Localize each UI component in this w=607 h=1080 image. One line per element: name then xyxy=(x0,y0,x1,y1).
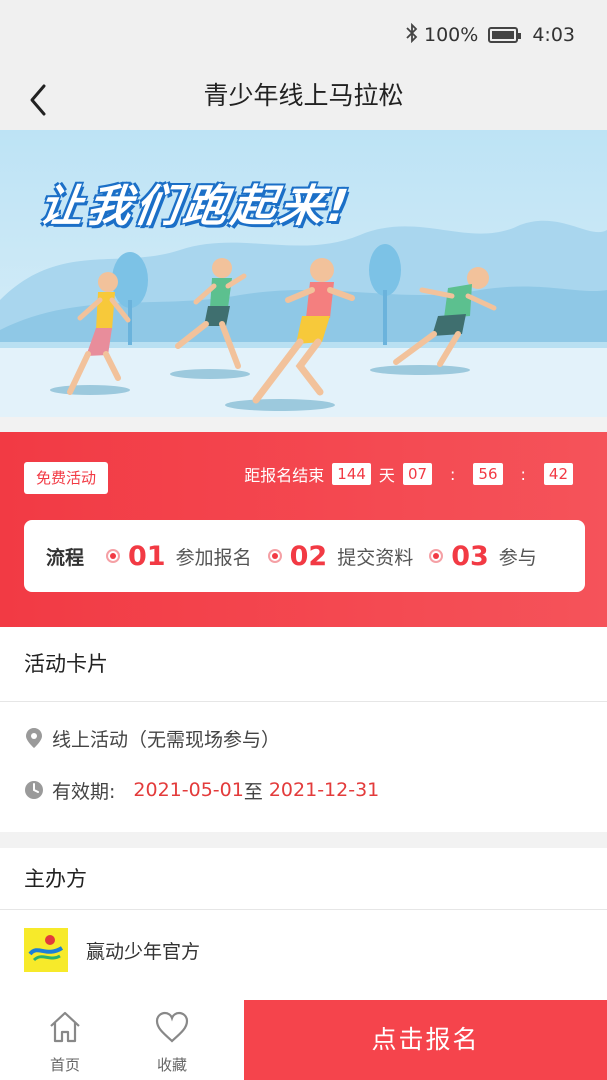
tab-home-label: 首页 xyxy=(49,1056,80,1074)
tab-favorite-label: 收藏 xyxy=(156,1056,187,1074)
heart-icon xyxy=(155,1011,189,1043)
countdown-separator: : xyxy=(450,464,456,484)
process-step-1: 01 参加报名 xyxy=(106,541,252,572)
step-number: 02 xyxy=(289,540,328,572)
validity-row: 有效期: 2021-05-01 至 2021-12-31 xyxy=(0,764,607,816)
countdown-seconds: 42 xyxy=(543,463,573,485)
page-title: 青少年线上马拉松 xyxy=(203,81,404,110)
organizer-section: 主办方 赢动少年官方 xyxy=(0,848,607,1000)
activity-card-section: 活动卡片 线上活动（无需现场参与） 有效期: 2021-05-01 至 2021… xyxy=(0,627,607,832)
free-activity-badge: 免费活动 xyxy=(24,462,109,494)
bluetooth-icon xyxy=(406,22,418,48)
countdown-days-unit: 天 xyxy=(378,466,395,485)
event-info-panel: 免费活动 距报名结束 144 天 07 : 56 : 42 流程 01 参加报名… xyxy=(0,432,607,627)
step-dot-icon xyxy=(106,549,121,563)
countdown-separator: : xyxy=(520,464,526,484)
date-separator: 至 xyxy=(243,780,263,803)
organizer-logo xyxy=(24,928,68,972)
start-date: 2021-05-01 xyxy=(133,779,244,801)
step-dot-icon xyxy=(429,549,444,563)
signup-countdown: 距报名结束 144 天 07 : 56 : 42 xyxy=(244,462,573,486)
step-number: 01 xyxy=(128,540,166,572)
location-pin-icon xyxy=(26,728,42,748)
step-number: 03 xyxy=(451,540,489,572)
step-label: 参与 xyxy=(498,546,537,569)
nav-bar: 青少年线上马拉松 xyxy=(0,70,607,130)
status-bar: 100% 4:03 xyxy=(0,0,607,70)
validity-label: 有效期: xyxy=(52,780,116,803)
countdown-days: 144 xyxy=(332,463,371,485)
process-step-3: 03 参与 xyxy=(429,541,537,572)
battery-fill xyxy=(492,31,515,39)
banner-slogan: 让我们跑起来! xyxy=(35,181,356,232)
tab-home[interactable]: 首页 xyxy=(15,1000,115,1080)
section-title: 主办方 xyxy=(0,848,607,910)
clock-icon xyxy=(25,781,43,799)
app-screen: 100% 4:03 青少年线上马拉松 让我们跑起来! 免费活动 距报名结束 14… xyxy=(0,0,607,1080)
location-text: 线上活动（无需现场参与） xyxy=(52,728,281,751)
organizer-row[interactable]: 赢动少年官方 xyxy=(0,910,607,990)
process-step-2: 02 提交资料 xyxy=(267,540,414,572)
home-icon xyxy=(50,1011,80,1043)
battery-percent: 100% xyxy=(424,24,479,46)
organizer-name: 赢动少年官方 xyxy=(86,940,201,963)
event-banner: 让我们跑起来! xyxy=(0,130,607,417)
countdown-label: 距报名结束 xyxy=(244,466,325,485)
battery-icon xyxy=(488,27,522,43)
countdown-minutes: 56 xyxy=(473,463,503,485)
process-card: 流程 01 参加报名 02 提交资料 03 参与 xyxy=(24,520,585,592)
signup-button[interactable]: 点击报名 xyxy=(244,1000,607,1080)
step-label: 参加报名 xyxy=(175,546,252,569)
tab-favorite[interactable]: 收藏 xyxy=(122,1000,222,1080)
step-dot-icon xyxy=(267,549,282,563)
countdown-hours: 07 xyxy=(402,463,433,485)
section-title: 活动卡片 xyxy=(0,627,607,702)
bottom-bar: 首页 收藏 点击报名 xyxy=(0,1000,607,1080)
process-label: 流程 xyxy=(46,546,85,569)
clock: 4:03 xyxy=(532,24,575,46)
end-date: 2021-12-31 xyxy=(268,779,380,801)
location-row: 线上活动（无需现场参与） xyxy=(0,712,607,764)
step-label: 提交资料 xyxy=(337,546,414,569)
